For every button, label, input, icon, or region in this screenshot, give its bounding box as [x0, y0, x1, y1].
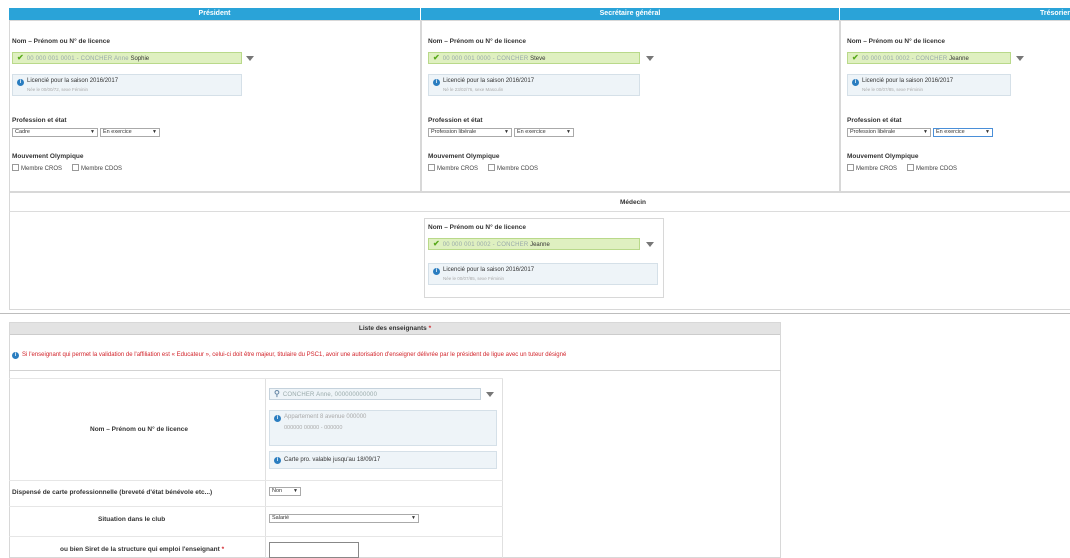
- enseignants-warning: i Si l'enseignant qui permet la validatio…: [10, 348, 780, 362]
- dispense-label: Dispensé de carte professionnelle (breve…: [12, 489, 213, 496]
- info-icon: i: [852, 79, 859, 86]
- medecin-license-field[interactable]: ✔ 00 000 001 0002 - CONCHER Jeanne: [428, 238, 640, 250]
- secretaire-header: Secrétaire général: [421, 8, 839, 20]
- president-name-label: Nom – Prénom ou N° de licence: [12, 38, 110, 45]
- secretaire-name-label: Nom – Prénom ou N° de licence: [428, 38, 526, 45]
- tresorier-header: Trésorier: [840, 8, 1070, 20]
- siret-label: ou bien Siret de la structure qui emploi…: [60, 546, 225, 553]
- medecin-license-info: i Licencié pour la saison 2016/2017 Née …: [428, 263, 658, 285]
- medecin-name-label: Nom – Prénom ou N° de licence: [428, 224, 526, 231]
- enseignants-title: Liste des enseignants *: [10, 323, 780, 335]
- tresorier-movement-label: Mouvement Olympique: [847, 153, 919, 160]
- president-movement-label: Mouvement Olympique: [12, 153, 84, 160]
- situation-label: Situation dans le club: [98, 516, 166, 523]
- chevron-down-icon[interactable]: [646, 56, 654, 61]
- chevron-down-icon[interactable]: [646, 242, 654, 247]
- secretaire-license-field[interactable]: ✔ 00 000 001 0000 - CONCHER Steve: [428, 52, 640, 64]
- info-icon: i: [433, 79, 440, 86]
- divider: [9, 506, 503, 507]
- check-icon: ✔: [17, 53, 24, 62]
- check-icon: ✔: [433, 53, 440, 62]
- president-license-field[interactable]: ✔ 00 000 001 0001 - CONCHER Anne Sophie: [12, 52, 242, 64]
- info-icon: i: [17, 79, 24, 86]
- president-header: Président: [9, 8, 420, 20]
- secretaire-etat-select[interactable]: En exercice ▼: [514, 128, 574, 137]
- siret-input[interactable]: [269, 542, 359, 558]
- row-separator: [265, 378, 266, 558]
- chevron-down-icon[interactable]: [486, 392, 494, 397]
- president-cdos-checkbox[interactable]: Membre CDOS: [72, 164, 122, 172]
- dispense-select[interactable]: Non ▼: [269, 487, 301, 496]
- medecin-title: Médecin: [620, 199, 647, 206]
- secretaire-profession-label: Profession et état: [428, 117, 483, 124]
- enseignant-carte-info: i Carte pro. valable jusqu'au 18/09/17: [269, 451, 497, 469]
- president-license-info: i Licencié pour la saison 2016/2017 Née …: [12, 74, 242, 96]
- enseignant-search-input[interactable]: ⚲ CONCHER Anne, 000000000000: [269, 388, 481, 400]
- president-profession-select[interactable]: Cadre ▼: [12, 128, 98, 137]
- secretaire-panel: [421, 20, 840, 192]
- divider: [9, 211, 1070, 212]
- check-icon: ✔: [852, 53, 859, 62]
- check-icon: ✔: [433, 239, 440, 248]
- chevron-down-icon[interactable]: [246, 56, 254, 61]
- info-icon: i: [274, 457, 281, 464]
- divider: [0, 313, 1070, 314]
- divider: [9, 378, 503, 379]
- divider: [9, 370, 781, 371]
- secretaire-movement-label: Mouvement Olympique: [428, 153, 500, 160]
- divider: [9, 536, 503, 537]
- tresorier-profession-select[interactable]: Profession libérale ▼: [847, 128, 931, 137]
- situation-select[interactable]: Salarié ▼: [269, 514, 419, 523]
- president-etat-select[interactable]: En exercice ▼: [100, 128, 160, 137]
- tresorier-license-field[interactable]: ✔ 00 000 001 0002 - CONCHER Jeanne: [847, 52, 1011, 64]
- secretaire-license-info: i Licencié pour la saison 2016/2017 Né l…: [428, 74, 640, 96]
- tresorier-profession-label: Profession et état: [847, 117, 902, 124]
- tresorier-license-info: i Licencié pour la saison 2016/2017 Née …: [847, 74, 1011, 96]
- tresorier-name-label: Nom – Prénom ou N° de licence: [847, 38, 945, 45]
- chevron-down-icon[interactable]: [1016, 56, 1024, 61]
- president-cros-checkbox[interactable]: Membre CROS: [12, 164, 62, 172]
- tresorier-cros-checkbox[interactable]: Membre CROS: [847, 164, 897, 172]
- info-icon: i: [433, 268, 440, 275]
- president-profession-label: Profession et état: [12, 117, 67, 124]
- divider: [9, 480, 503, 481]
- secretaire-cdos-checkbox[interactable]: Membre CDOS: [488, 164, 538, 172]
- search-icon: ⚲: [274, 389, 280, 398]
- tresorier-etat-select[interactable]: En exercice ▼: [933, 128, 993, 137]
- row-separator: [502, 378, 503, 558]
- secretaire-cros-checkbox[interactable]: Membre CROS: [428, 164, 478, 172]
- enseignant-name-label: Nom – Prénom ou N° de licence: [90, 426, 188, 433]
- info-icon: i: [12, 352, 19, 359]
- president-panel: [9, 20, 421, 192]
- enseignant-address-info: i Appartement 8 avenue 000000 000000 000…: [269, 410, 497, 446]
- secretaire-profession-select[interactable]: Profession libérale ▼: [428, 128, 512, 137]
- info-icon: i: [274, 415, 281, 422]
- tresorier-cdos-checkbox[interactable]: Membre CDOS: [907, 164, 957, 172]
